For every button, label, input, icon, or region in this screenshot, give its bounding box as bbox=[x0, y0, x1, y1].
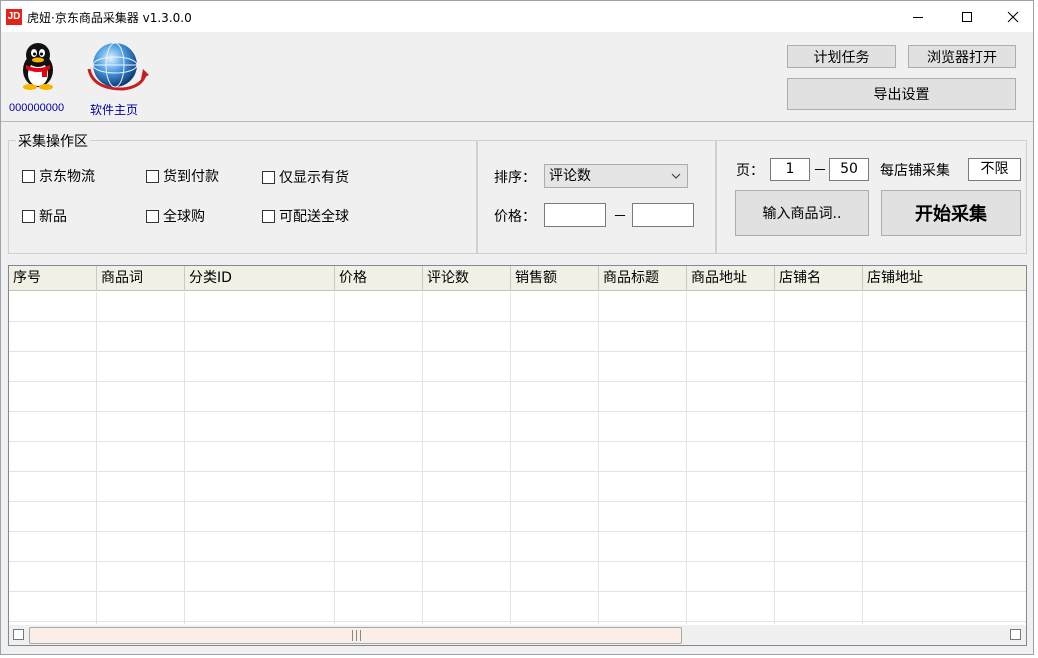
title-bar: JD 虎妞·京东商品采集器 v1.3.0.0 bbox=[1, 1, 1033, 32]
collect-options-panel bbox=[8, 140, 477, 254]
grid-row-line bbox=[9, 351, 1026, 352]
start-collect-button[interactable]: 开始采集 bbox=[881, 190, 1021, 236]
page-dash: － bbox=[813, 163, 827, 179]
checkbox-icon bbox=[146, 169, 159, 183]
grid-column-line bbox=[96, 292, 97, 624]
per-shop-label: 每店铺采集 bbox=[880, 163, 950, 179]
table-header: 序号 商品词 分类ID 价格 评论数 销售额 商品标题 商品地址 店铺名 店铺地… bbox=[9, 266, 1026, 291]
page-to-input[interactable]: 50 bbox=[829, 158, 869, 181]
homepage-link[interactable]: 软件主页 bbox=[90, 101, 138, 118]
grid-row-line bbox=[9, 531, 1026, 532]
grid-row-line bbox=[9, 381, 1026, 382]
column-header-index[interactable]: 序号 bbox=[9, 266, 97, 291]
column-header-shop-url[interactable]: 店铺地址 bbox=[863, 266, 1026, 291]
grid-column-line bbox=[686, 292, 687, 624]
close-button[interactable] bbox=[990, 1, 1036, 32]
checkbox-cash-on-delivery[interactable]: 货到付款 bbox=[146, 166, 219, 186]
grid-column-line bbox=[774, 292, 775, 624]
export-settings-button[interactable]: 导出设置 bbox=[787, 78, 1016, 110]
checkbox-jd-logistics[interactable]: 京东物流 bbox=[22, 166, 95, 186]
grid-column-line bbox=[422, 292, 423, 624]
column-header-price[interactable]: 价格 bbox=[335, 266, 423, 291]
plan-task-button[interactable]: 计划任务 bbox=[787, 45, 896, 68]
price-min-input[interactable] bbox=[544, 203, 606, 227]
grid-column-line bbox=[184, 292, 185, 624]
grid-column-line bbox=[598, 292, 599, 624]
page-label: 页： bbox=[736, 163, 764, 179]
qq-penguin-icon[interactable] bbox=[15, 41, 61, 91]
checkbox-new-product[interactable]: 新品 bbox=[22, 206, 67, 226]
globe-homepage-icon[interactable] bbox=[83, 39, 149, 93]
collect-group-title: 采集操作区 bbox=[16, 131, 90, 151]
column-header-url[interactable]: 商品地址 bbox=[687, 266, 775, 291]
window-title: 虎妞·京东商品采集器 v1.3.0.0 bbox=[27, 11, 192, 25]
qq-number-link[interactable]: 000000000 bbox=[9, 102, 64, 114]
main-window: JD 虎妞·京东商品采集器 v1.3.0.0 000000000 软件主页 计划… bbox=[0, 0, 1034, 655]
grid-row-line bbox=[9, 621, 1026, 622]
horizontal-scrollbar[interactable] bbox=[9, 625, 1026, 645]
grip-icon bbox=[352, 630, 361, 641]
checkbox-icon bbox=[262, 209, 275, 223]
column-header-category-id[interactable]: 分类ID bbox=[185, 266, 335, 291]
checkbox-in-stock-only[interactable]: 仅显示有货 bbox=[262, 167, 349, 187]
maximize-icon bbox=[962, 11, 972, 22]
grid-row-line bbox=[9, 591, 1026, 592]
browser-open-button[interactable]: 浏览器打开 bbox=[908, 45, 1016, 68]
maximize-button[interactable] bbox=[944, 1, 990, 32]
checkbox-global-purchase[interactable]: 全球购 bbox=[146, 206, 205, 226]
grid-row-line bbox=[9, 561, 1026, 562]
price-label: 价格： bbox=[494, 209, 536, 225]
sort-label: 排序： bbox=[494, 170, 536, 186]
price-max-input[interactable] bbox=[632, 203, 694, 227]
minimize-button[interactable] bbox=[895, 1, 941, 32]
price-dash: － bbox=[613, 209, 627, 225]
column-header-reviews[interactable]: 评论数 bbox=[423, 266, 511, 291]
grid-row-line bbox=[9, 321, 1026, 322]
sort-price-panel bbox=[477, 140, 716, 254]
minimize-icon bbox=[913, 16, 923, 18]
grid-column-line bbox=[862, 292, 863, 624]
checkbox-global-delivery[interactable]: 可配送全球 bbox=[262, 206, 349, 226]
per-shop-input[interactable]: 不限 bbox=[968, 158, 1021, 181]
checkbox-icon bbox=[146, 209, 159, 223]
column-header-title[interactable]: 商品标题 bbox=[599, 266, 687, 291]
table-body bbox=[9, 292, 1026, 624]
page-from-input[interactable]: 1 bbox=[770, 158, 810, 181]
chevron-down-icon bbox=[671, 173, 681, 179]
checkbox-icon bbox=[22, 209, 35, 223]
checkbox-icon bbox=[262, 170, 275, 184]
scroll-right-box-icon bbox=[1010, 629, 1021, 640]
grid-column-line bbox=[334, 292, 335, 624]
grid-row-line bbox=[9, 441, 1026, 442]
sort-select[interactable]: 评论数 bbox=[544, 164, 688, 188]
close-icon bbox=[1007, 11, 1019, 22]
checkbox-icon bbox=[22, 169, 35, 183]
input-keywords-button[interactable]: 输入商品词.. bbox=[735, 190, 869, 236]
column-header-keyword[interactable]: 商品词 bbox=[97, 266, 185, 291]
header-divider bbox=[1, 121, 1033, 122]
grid-row-line bbox=[9, 471, 1026, 472]
column-header-shop-name[interactable]: 店铺名 bbox=[775, 266, 863, 291]
scroll-left-box-icon bbox=[13, 629, 24, 640]
results-table[interactable]: 序号 商品词 分类ID 价格 评论数 销售额 商品标题 商品地址 店铺名 店铺地… bbox=[8, 265, 1027, 646]
grid-row-line bbox=[9, 501, 1026, 502]
column-header-sales[interactable]: 销售额 bbox=[511, 266, 599, 291]
scrollbar-thumb[interactable] bbox=[29, 627, 682, 644]
jd-app-icon: JD bbox=[6, 9, 22, 25]
grid-row-line bbox=[9, 411, 1026, 412]
grid-column-line bbox=[510, 292, 511, 624]
